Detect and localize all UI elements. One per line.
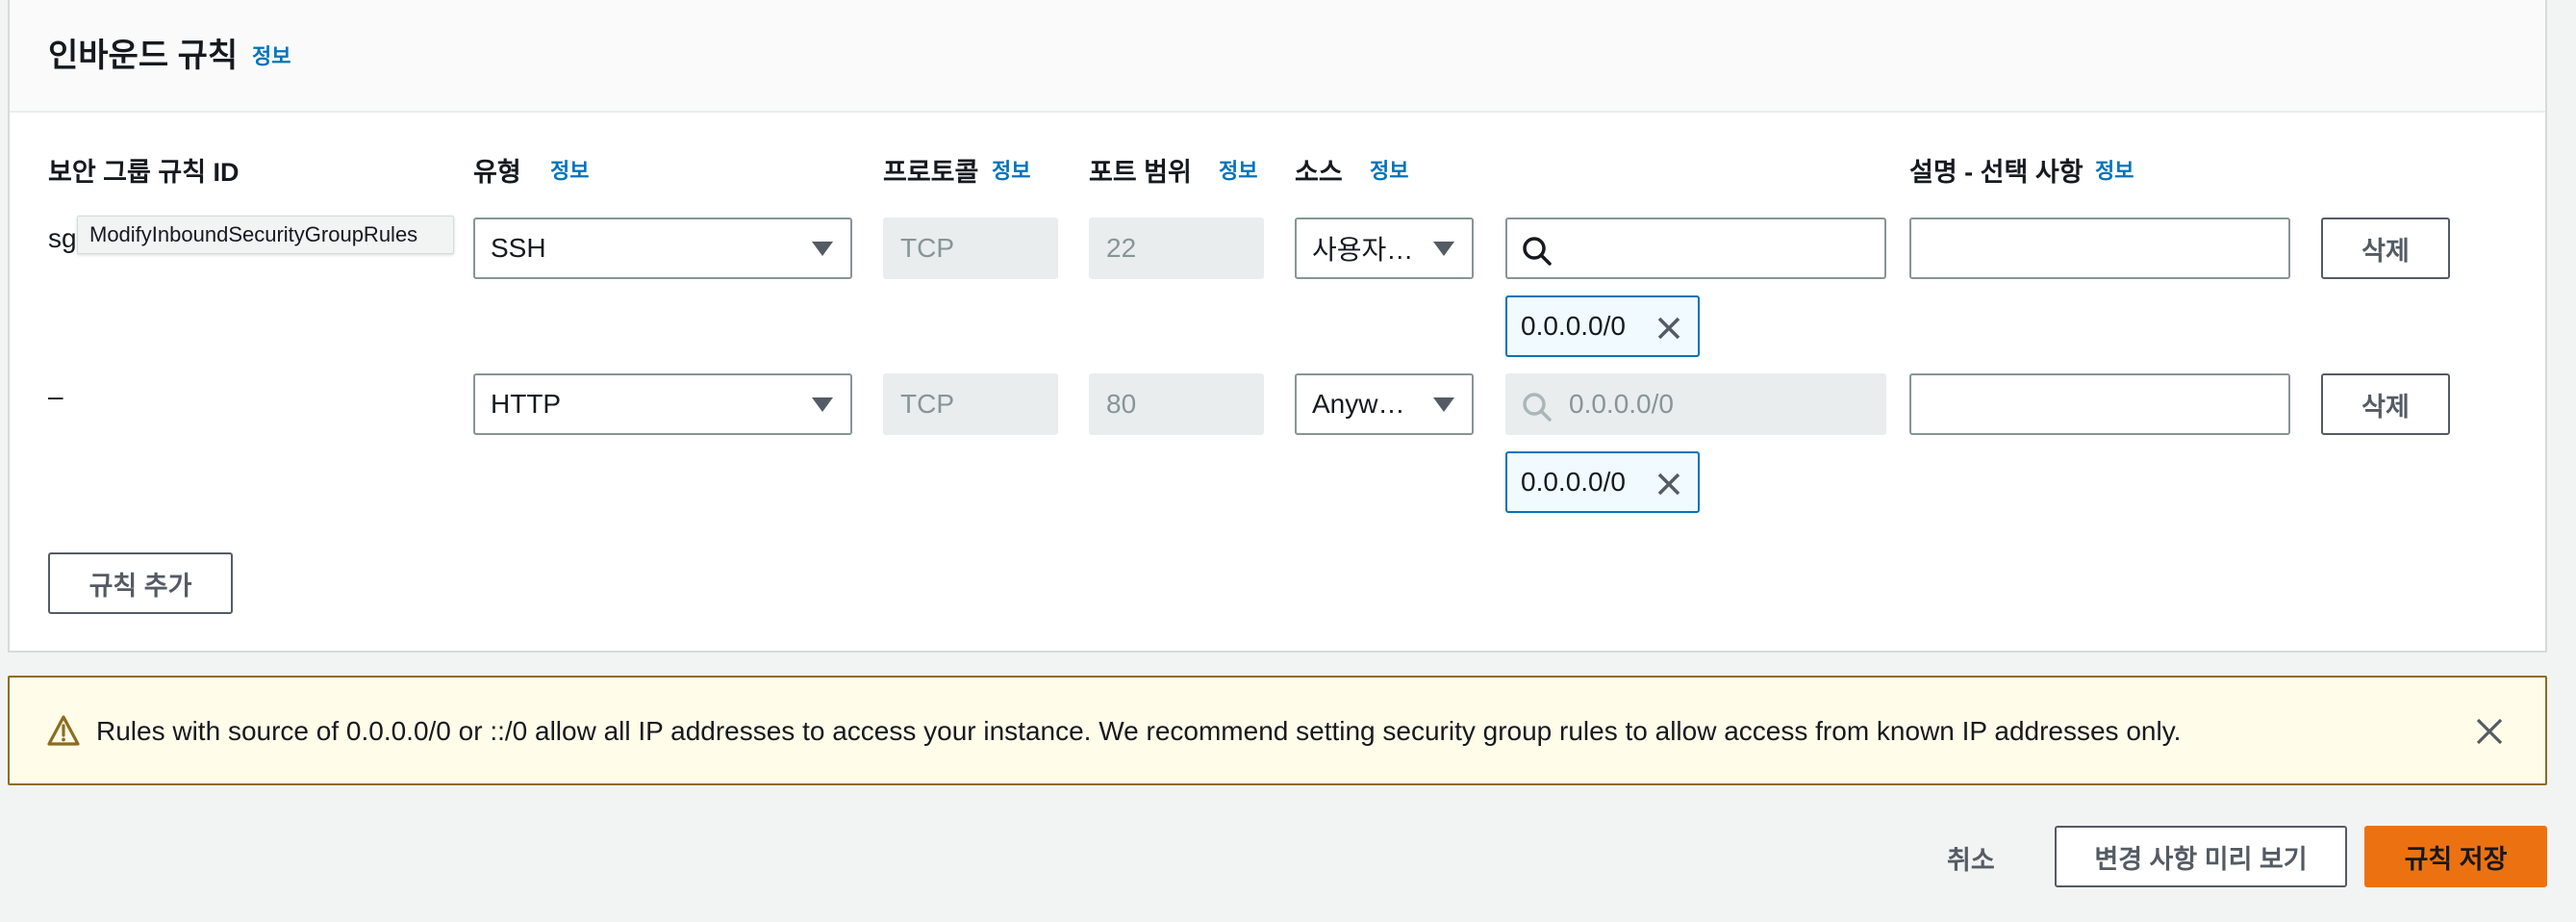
search-icon — [1523, 393, 1552, 422]
close-icon[interactable] — [1654, 313, 1684, 344]
section-title: 인바운드 규칙 — [48, 38, 239, 74]
rule-id-2: – — [48, 381, 63, 411]
protocol-field-2: TCP — [883, 373, 1058, 435]
close-icon[interactable] — [1654, 469, 1684, 499]
preview-changes-button[interactable]: 변경 사항 미리 보기 — [2055, 826, 2347, 887]
inbound-rules-panel: 인바운드 규칙 정보 보안 그룹 규칙 ID 유형 정보 프로토콜 정보 포트 … — [8, 0, 2547, 653]
source-search-input-2: 0.0.0.0/0 — [1505, 373, 1886, 435]
close-icon[interactable] — [2474, 716, 2505, 747]
protocol-field-1: TCP — [883, 218, 1058, 279]
col-protocol-info[interactable]: 정보 — [992, 154, 1030, 185]
col-source: 소스 — [1295, 158, 1343, 187]
protocol-value: TCP — [900, 389, 954, 419]
col-source-info[interactable]: 정보 — [1370, 154, 1408, 185]
col-description-info[interactable]: 정보 — [2095, 154, 2134, 185]
delete-button-1[interactable]: 삭제 — [2321, 218, 2450, 279]
caret-down-icon — [812, 242, 833, 256]
col-type: 유형 — [473, 158, 521, 187]
port-field-1: 22 — [1089, 218, 1264, 279]
source-search-input-1[interactable] — [1505, 218, 1886, 279]
warning-icon — [47, 715, 80, 746]
protocol-value: TCP — [900, 233, 954, 263]
delete-button-2[interactable]: 삭제 — [2321, 373, 2450, 435]
source-select-2[interactable]: Anyw… — [1295, 373, 1474, 435]
panel-header: 인바운드 규칙 정보 — [10, 0, 2545, 113]
cidr-token-2: 0.0.0.0/0 — [1505, 451, 1700, 513]
cancel-button[interactable]: 취소 — [1947, 839, 1995, 877]
col-type-info[interactable]: 정보 — [550, 154, 589, 185]
token-label: 0.0.0.0/0 — [1521, 311, 1626, 341]
search-icon — [1523, 237, 1552, 266]
port-value: 22 — [1106, 233, 1137, 263]
warning-alert: Rules with source of 0.0.0.0/0 or ::/0 a… — [8, 676, 2547, 785]
type-select-2[interactable]: HTTP — [473, 373, 852, 435]
col-protocol: 프로토콜 — [883, 158, 979, 187]
col-port: 포트 범위 — [1089, 158, 1192, 187]
type-select-1[interactable]: SSH — [473, 218, 852, 279]
type-select-value: HTTP — [491, 389, 562, 419]
save-rules-button[interactable]: 규칙 저장 — [2364, 826, 2547, 887]
port-value: 80 — [1106, 389, 1137, 419]
description-input-2[interactable] — [1909, 373, 2290, 435]
col-port-info[interactable]: 정보 — [1219, 154, 1257, 185]
source-select-1[interactable]: 사용자… — [1295, 218, 1474, 279]
tooltip: ModifyInboundSecurityGroupRules — [77, 216, 454, 254]
source-select-value: Anyw… — [1312, 389, 1405, 419]
add-rule-button[interactable]: 규칙 추가 — [48, 552, 233, 614]
description-input-1[interactable] — [1909, 218, 2290, 279]
cidr-token-1: 0.0.0.0/0 — [1505, 295, 1700, 357]
token-label: 0.0.0.0/0 — [1521, 467, 1626, 497]
search-placeholder: 0.0.0.0/0 — [1569, 389, 1674, 419]
col-rule-id: 보안 그룹 규칙 ID — [48, 158, 240, 187]
type-select-value: SSH — [491, 233, 546, 263]
source-select-value: 사용자… — [1312, 235, 1414, 265]
caret-down-icon — [1433, 397, 1454, 412]
caret-down-icon — [812, 397, 833, 412]
caret-down-icon — [1433, 242, 1454, 256]
port-field-2: 80 — [1089, 373, 1264, 435]
section-info-link[interactable]: 정보 — [252, 39, 290, 70]
rule-id-1: sg — [48, 223, 77, 253]
alert-text: Rules with source of 0.0.0.0/0 or ::/0 a… — [96, 716, 2182, 746]
col-description: 설명 - 선택 사항 — [1909, 158, 2084, 187]
